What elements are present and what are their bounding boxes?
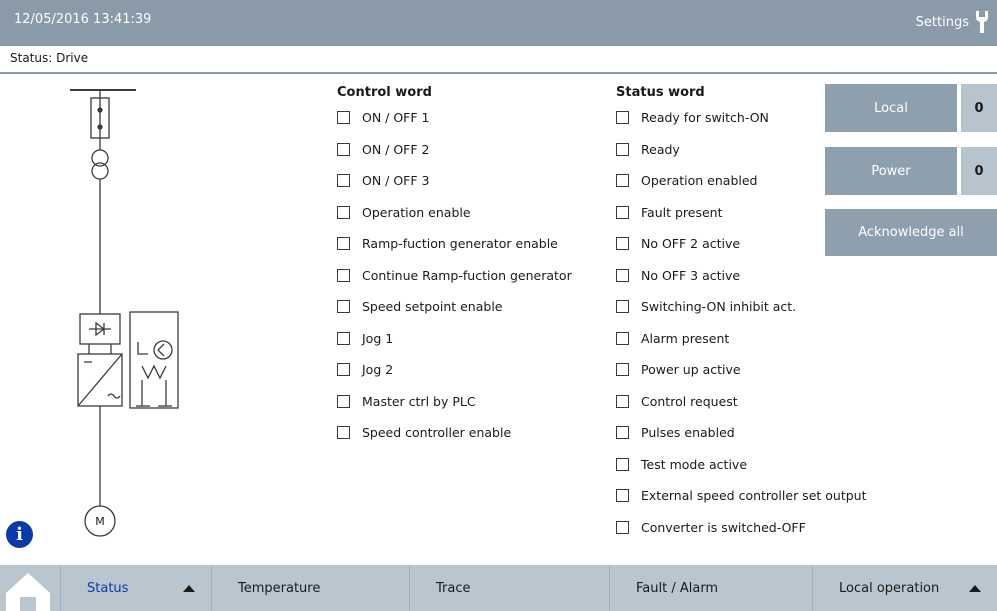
motor-label: M bbox=[95, 515, 105, 528]
status-word-label: Converter is switched-OFF bbox=[641, 519, 806, 535]
control-word-row: Jog 2 bbox=[337, 354, 572, 386]
status-word-label: Control request bbox=[641, 393, 738, 409]
control-word-row: ON / OFF 2 bbox=[337, 134, 572, 166]
control-word-label: Master ctrl by PLC bbox=[362, 393, 476, 409]
status-word-label: Operation enabled bbox=[641, 173, 758, 189]
local-state-button[interactable]: 0 bbox=[961, 84, 997, 132]
status-word-row: Power up active bbox=[616, 354, 866, 386]
status-word-checkbox[interactable] bbox=[616, 142, 629, 156]
status-word-label: Ready bbox=[641, 141, 680, 157]
status-word-checkbox[interactable] bbox=[616, 426, 629, 440]
local-button[interactable]: Local bbox=[825, 84, 957, 132]
status-word-checkbox[interactable] bbox=[616, 268, 629, 282]
acknowledge-all-button[interactable]: Acknowledge all bbox=[825, 209, 997, 256]
cooling-unit-icon bbox=[129, 311, 179, 409]
status-word-row: Alarm present bbox=[616, 323, 866, 355]
status-word-label: Ready for switch-ON bbox=[641, 110, 769, 126]
control-word-label: ON / OFF 2 bbox=[362, 141, 430, 157]
status-word-row: External speed controller set output bbox=[616, 480, 866, 512]
control-word-title: Control word bbox=[337, 85, 432, 100]
control-word-row: Master ctrl by PLC bbox=[337, 386, 572, 418]
home-icon[interactable] bbox=[0, 565, 60, 611]
control-word-checkbox[interactable] bbox=[337, 205, 350, 219]
control-word-checkbox[interactable] bbox=[337, 174, 350, 188]
status-word-row: Control request bbox=[616, 386, 866, 418]
control-word-row: Speed controller enable bbox=[337, 417, 572, 449]
control-word-checkbox[interactable] bbox=[337, 363, 350, 377]
status-word-label: Pulses enabled bbox=[641, 425, 735, 441]
datetime-display: 12/05/2016 13:41:39 bbox=[14, 12, 152, 27]
status-bar: Status: Drive bbox=[0, 46, 997, 74]
status-word-row: No OFF 3 active bbox=[616, 260, 866, 292]
drive-diagram: M bbox=[70, 89, 179, 537]
control-word-checkbox[interactable] bbox=[337, 237, 350, 251]
control-word-label: ON / OFF 1 bbox=[362, 110, 430, 126]
status-word-checkbox[interactable] bbox=[616, 489, 629, 503]
control-word-label: Continue Ramp-fuction generator bbox=[362, 267, 572, 283]
control-word-panel: Control word ON / OFF 1 ON / OFF 2 ON / OF… bbox=[337, 84, 572, 449]
control-word-label: Speed controller enable bbox=[362, 425, 512, 441]
control-word-row: Operation enable bbox=[337, 197, 572, 229]
control-word-label: Ramp-fuction generator enable bbox=[362, 236, 558, 252]
status-word-checkbox[interactable] bbox=[616, 111, 629, 125]
control-word-label: Operation enable bbox=[362, 204, 471, 220]
control-word-checkbox[interactable] bbox=[337, 142, 350, 156]
control-word-label: ON / OFF 3 bbox=[362, 173, 430, 189]
status-word-checkbox[interactable] bbox=[616, 174, 629, 188]
control-word-label: Jog 1 bbox=[362, 330, 394, 346]
tab-trace[interactable]: Trace bbox=[409, 565, 609, 611]
status-word-checkbox[interactable] bbox=[616, 363, 629, 377]
settings-button[interactable]: Settings bbox=[916, 10, 989, 34]
status-word-row: Pulses enabled bbox=[616, 417, 866, 449]
control-word-row: Ramp-fuction generator enable bbox=[337, 228, 572, 260]
control-word-list: ON / OFF 1 ON / OFF 2 ON / OFF 3 Operation … bbox=[337, 102, 572, 449]
status-word-row: Test mode active bbox=[616, 449, 866, 481]
control-word-checkbox[interactable] bbox=[337, 300, 350, 314]
control-word-label: Jog 2 bbox=[362, 362, 394, 378]
status-word-row: Switching-ON inhibit act. bbox=[616, 291, 866, 323]
info-icon[interactable]: i bbox=[6, 521, 33, 548]
control-word-row: Jog 1 bbox=[337, 323, 572, 355]
power-button[interactable]: Power bbox=[825, 147, 957, 195]
control-word-checkbox[interactable] bbox=[337, 426, 350, 440]
status-word-label: External speed controller set output bbox=[641, 488, 867, 504]
wrench-icon bbox=[976, 11, 988, 33]
expand-up-icon bbox=[183, 585, 195, 592]
status-word-checkbox[interactable] bbox=[616, 520, 629, 534]
status-word-label: Alarm present bbox=[641, 330, 730, 346]
status-word-checkbox[interactable] bbox=[616, 331, 629, 345]
status-text: Status: Drive bbox=[10, 51, 89, 65]
tab-temperature[interactable]: Temperature bbox=[211, 565, 409, 611]
status-word-label: Test mode active bbox=[641, 456, 748, 472]
status-word-label: Switching-ON inhibit act. bbox=[641, 299, 797, 315]
settings-label: Settings bbox=[915, 14, 969, 30]
control-word-checkbox[interactable] bbox=[337, 394, 350, 408]
control-word-checkbox[interactable] bbox=[337, 268, 350, 282]
tab-fault-alarm[interactable]: Fault / Alarm bbox=[609, 565, 812, 611]
control-word-row: Speed setpoint enable bbox=[337, 291, 572, 323]
status-word-row: Converter is switched-OFF bbox=[616, 512, 866, 544]
status-word-checkbox[interactable] bbox=[616, 300, 629, 314]
control-word-checkbox[interactable] bbox=[337, 331, 350, 345]
tab-bar: Status Temperature Trace Fault / Alarm L… bbox=[0, 565, 997, 611]
status-word-label: Fault present bbox=[641, 204, 723, 220]
control-word-checkbox[interactable] bbox=[337, 111, 350, 125]
control-word-row: ON / OFF 3 bbox=[337, 165, 572, 197]
status-word-label: No OFF 2 active bbox=[641, 236, 741, 252]
status-word-checkbox[interactable] bbox=[616, 394, 629, 408]
power-state-button[interactable]: 0 bbox=[961, 147, 997, 195]
control-word-row: ON / OFF 1 bbox=[337, 102, 572, 134]
status-word-label: No OFF 3 active bbox=[641, 267, 741, 283]
tab-local-operation[interactable]: Local operation bbox=[812, 565, 997, 611]
header-bar: 12/05/2016 13:41:39 Settings bbox=[0, 0, 997, 46]
status-word-checkbox[interactable] bbox=[616, 205, 629, 219]
expand-up-icon bbox=[969, 585, 981, 592]
status-word-checkbox[interactable] bbox=[616, 237, 629, 251]
tab-status[interactable]: Status bbox=[60, 565, 211, 611]
control-word-row: Continue Ramp-fuction generator bbox=[337, 260, 572, 292]
status-word-checkbox[interactable] bbox=[616, 457, 629, 471]
status-word-label: Power up active bbox=[641, 362, 741, 378]
control-word-label: Speed setpoint enable bbox=[362, 299, 503, 315]
